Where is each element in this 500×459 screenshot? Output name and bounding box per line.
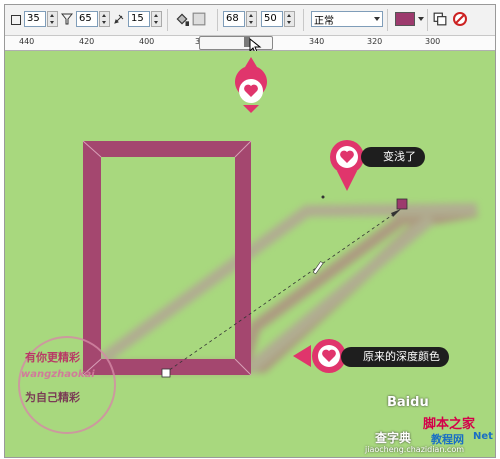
width-input[interactable]: 35 [24, 11, 46, 27]
site-cn-watermark: 查字典 [375, 431, 412, 445]
pen-spinner[interactable] [151, 11, 162, 27]
blend-mode-dropdown[interactable]: 正常 [311, 11, 383, 27]
brush-input[interactable]: 65 [76, 11, 98, 27]
callout-original-text: 原来的深度颜色 [363, 350, 440, 363]
toolbar-separator [427, 9, 428, 31]
steps-input[interactable]: 68 [223, 11, 245, 27]
brush-control: 65 [61, 11, 110, 27]
copy-icon[interactable] [433, 12, 447, 26]
start-handle[interactable] [161, 368, 171, 378]
fade-spinner[interactable] [284, 11, 295, 27]
chevron-down-icon [374, 17, 380, 21]
end-color-handle[interactable] [396, 198, 408, 210]
chevron-down-icon[interactable] [418, 17, 424, 21]
pen-input[interactable]: 15 [128, 11, 150, 27]
blend-mode-value: 正常 [314, 15, 334, 27]
fill-swatch-icon[interactable] [192, 12, 206, 26]
site-name-watermark: 脚本之家 [423, 417, 476, 432]
width-control: 35 [11, 11, 58, 27]
ruler-label: 440 [19, 37, 35, 46]
fill-tools [175, 11, 209, 27]
fade-control: 50 [261, 11, 295, 27]
toolbar-separator [167, 9, 168, 31]
application-window: 35 65 15 68 50 正常 440 420 400 340 320 30… [4, 4, 496, 458]
toolbar-separator [217, 9, 218, 31]
brush-spinner[interactable] [99, 11, 110, 27]
blend-mode-select[interactable]: 正常 [311, 11, 383, 27]
toolbar-separator [303, 9, 304, 31]
ruler-label: 320 [367, 37, 383, 46]
callout-lighter-text: 变浅了 [383, 150, 416, 163]
pen-control: 15 [113, 11, 162, 27]
width-spinner[interactable] [47, 11, 58, 27]
stamp-line-1: 有你更精彩 [25, 351, 80, 364]
ruler-label: 300 [425, 37, 441, 46]
baidu-watermark: Baidu [387, 395, 429, 410]
steps-control: 68 [223, 11, 257, 27]
stamp-line-3: 为自己精彩 [25, 391, 80, 404]
ruler-label: 400 [139, 37, 155, 46]
copy-properties[interactable] [433, 11, 450, 27]
property-toolbar: 35 65 15 68 50 正常 [5, 5, 495, 36]
drawing-canvas[interactable]: 变浅了 原来的深度颜色 有你更精彩 wangzhaokai 为自己精彩 Baid… [5, 51, 495, 457]
center-marker [321, 195, 325, 199]
net-watermark: Net [473, 431, 493, 442]
fill-color-swatch[interactable] [395, 12, 415, 26]
no-entry-icon[interactable] [453, 12, 467, 26]
pen-nib-icon [114, 14, 124, 24]
square-icon [11, 14, 21, 25]
clear-effect[interactable] [453, 11, 470, 27]
fade-input[interactable]: 50 [261, 11, 283, 27]
site-url-watermark: jiaocheng.chazidian.com [365, 445, 465, 454]
ruler-label: 340 [309, 37, 325, 46]
horizontal-ruler[interactable]: 440 420 400 380 360 340 320 300 [5, 36, 495, 54]
steps-spinner[interactable] [246, 11, 257, 27]
ruler-label: 420 [79, 37, 95, 46]
toolbar-separator [387, 9, 388, 31]
funnel-icon [61, 13, 73, 25]
color-picker[interactable] [395, 11, 424, 27]
stamp-line-2: wangzhaokai [21, 369, 95, 380]
callout-lighter: 变浅了 [361, 147, 425, 167]
callout-original: 原来的深度颜色 [341, 347, 449, 367]
paint-bucket-icon[interactable] [175, 12, 189, 26]
